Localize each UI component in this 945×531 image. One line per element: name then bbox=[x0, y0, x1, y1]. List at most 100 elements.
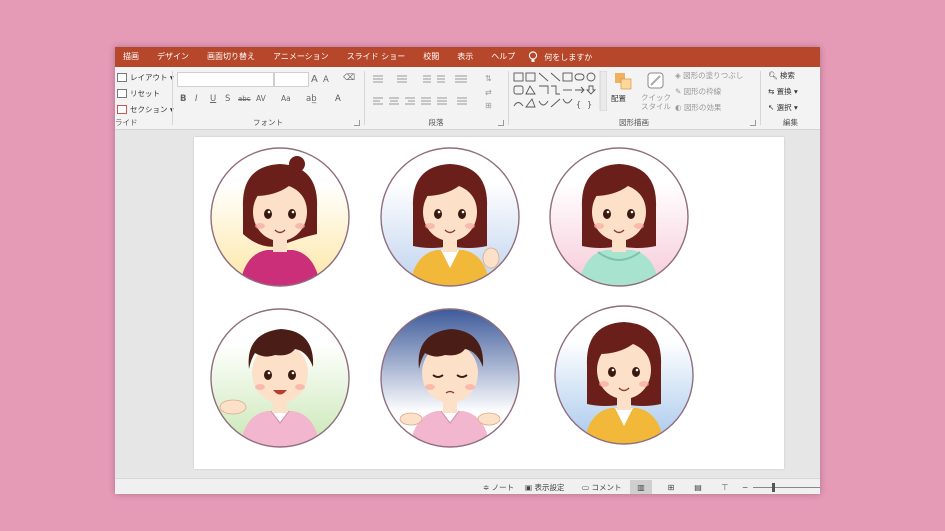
shape-effects-label: 図形の効果 bbox=[683, 103, 722, 112]
normal-view-button[interactable]: ▥ bbox=[630, 480, 652, 494]
status-bar: ≑ ノート ▣ 表示設定 ▭ コメント ▥ ⊞ ▤ ⊤ − bbox=[115, 478, 820, 494]
chevron-down-icon: ▾ bbox=[791, 103, 798, 112]
arrange-icon[interactable] bbox=[613, 71, 635, 91]
pen-icon: ✎ bbox=[675, 87, 684, 96]
font-dialog-launcher[interactable] bbox=[354, 120, 360, 126]
layout-label: レイアウト bbox=[130, 73, 168, 82]
avatar-woman-mint-hoodie[interactable] bbox=[548, 146, 690, 288]
italic-button[interactable]: I bbox=[195, 94, 198, 104]
shadow-button[interactable]: S bbox=[225, 94, 230, 104]
zoom-slider-thumb[interactable] bbox=[772, 483, 775, 492]
reading-view-button[interactable]: ▤ bbox=[687, 480, 709, 494]
paint-bucket-icon: ◈ bbox=[675, 71, 684, 80]
reset-button[interactable]: リセット bbox=[117, 88, 160, 99]
drawing-group-label: 図形描画 bbox=[619, 118, 649, 127]
ribbon: レイアウト ▾ リセット セクション ▾ ライド A A ⌫ B I U S a… bbox=[115, 67, 820, 130]
layout-icon bbox=[117, 73, 127, 82]
font-size-select[interactable] bbox=[274, 72, 309, 87]
lightbulb-icon bbox=[529, 51, 538, 62]
slide-sorter-view-button[interactable]: ⊞ bbox=[660, 480, 682, 494]
display-settings-button[interactable]: ▣ 表示設定 bbox=[525, 479, 564, 494]
reset-icon bbox=[117, 89, 127, 98]
projector-icon: ⊤ bbox=[721, 482, 729, 492]
tell-me-label: 何をしますか bbox=[544, 52, 593, 62]
slides-group: レイアウト ▾ リセット セクション ▾ ライド bbox=[115, 67, 174, 129]
tab-design[interactable]: デザイン bbox=[148, 47, 198, 67]
layout-button[interactable]: レイアウト ▾ bbox=[117, 72, 174, 83]
slide-canvas[interactable] bbox=[194, 137, 784, 469]
slides-group-label: ライド bbox=[115, 118, 138, 127]
font-group: A A ⌫ B I U S abc AV Aa ab̲ A フォント bbox=[173, 67, 363, 129]
paragraph-controls-icon[interactable]: ⇅ ⇄ ⊞ bbox=[371, 73, 501, 113]
clear-format-icon[interactable]: ⌫ bbox=[343, 73, 355, 83]
drawing-group: {} 配置 クイック スタイル ◈ 図形の塗りつぶし ✎ 図形の枠線 ◐ 図形の… bbox=[509, 67, 759, 129]
avatar-man-presenting[interactable] bbox=[209, 307, 351, 449]
svg-text:⊞: ⊞ bbox=[485, 101, 492, 110]
shape-effects-button[interactable]: ◐ 図形の効果 bbox=[675, 102, 721, 113]
tab-draw[interactable]: 描画 bbox=[115, 47, 148, 67]
replace-button[interactable]: ⇆ 置換 ▾ bbox=[768, 86, 798, 97]
underline-button[interactable]: U bbox=[210, 94, 216, 104]
comment-icon: ▭ bbox=[582, 482, 592, 492]
zoom-slider[interactable] bbox=[753, 487, 820, 488]
font-group-label: フォント bbox=[253, 118, 283, 127]
paragraph-dialog-launcher[interactable] bbox=[498, 120, 504, 126]
svg-text:}: } bbox=[587, 100, 592, 109]
slide-editing-area bbox=[115, 130, 820, 477]
grid-icon: ⊞ bbox=[667, 482, 675, 492]
bold-button[interactable]: B bbox=[180, 94, 186, 104]
comments-button[interactable]: ▭ コメント bbox=[582, 479, 621, 494]
highlight-icon[interactable]: ab̲ bbox=[306, 94, 317, 104]
tab-animations[interactable]: アニメーション bbox=[264, 47, 338, 67]
tab-view[interactable]: 表示 bbox=[448, 47, 482, 67]
section-icon bbox=[117, 105, 127, 114]
change-case-button[interactable]: Aa bbox=[281, 94, 291, 103]
book-icon: ▤ bbox=[694, 482, 702, 492]
svg-text:⇄: ⇄ bbox=[485, 88, 492, 97]
section-button[interactable]: セクション ▾ bbox=[117, 104, 174, 115]
font-color-button[interactable]: A bbox=[335, 94, 341, 104]
quick-styles-icon[interactable] bbox=[645, 70, 667, 92]
editing-group: 🔍︎ 検索 ⇆ 置換 ▾ ↖ 選択 ▾ 編集 bbox=[761, 67, 820, 129]
quick-styles-button[interactable]: クイック スタイル bbox=[639, 93, 673, 111]
tab-transitions[interactable]: 画面切り替え bbox=[198, 47, 264, 67]
editing-group-label: 編集 bbox=[783, 118, 798, 127]
strikethrough-button[interactable]: abc bbox=[238, 95, 251, 103]
display-icon: ▣ bbox=[525, 482, 535, 492]
font-name-select[interactable] bbox=[177, 72, 274, 87]
grow-font-button[interactable]: A bbox=[311, 74, 318, 85]
notes-button[interactable]: ≑ ノート bbox=[483, 479, 514, 494]
reset-label: リセット bbox=[130, 89, 160, 98]
shapes-gallery-icon[interactable]: {} bbox=[512, 71, 607, 111]
char-spacing-button[interactable]: AV bbox=[256, 94, 266, 103]
tab-review[interactable]: 校閲 bbox=[414, 47, 448, 67]
display-settings-label: 表示設定 bbox=[534, 482, 565, 492]
avatar-woman-yellow-cardigan[interactable] bbox=[553, 304, 695, 446]
shrink-font-button[interactable]: A bbox=[323, 75, 329, 85]
tab-slideshow[interactable]: スライド ショー bbox=[338, 47, 415, 67]
find-button[interactable]: 🔍︎ 検索 bbox=[768, 70, 795, 81]
search-icon: 🔍︎ bbox=[768, 71, 780, 80]
notes-label: ノート bbox=[491, 482, 515, 492]
chevron-down-icon: ▾ bbox=[791, 87, 798, 96]
cursor-icon: ↖ bbox=[768, 103, 777, 112]
replace-icon: ⇆ bbox=[768, 87, 777, 96]
tab-help[interactable]: ヘルプ bbox=[482, 47, 524, 67]
tell-me-search[interactable]: 何をしますか bbox=[524, 51, 592, 63]
avatar-woman-waving-yellow[interactable] bbox=[379, 146, 521, 288]
comments-label: コメント bbox=[591, 482, 622, 492]
paragraph-group: ⇅ ⇄ ⊞ 段落 bbox=[365, 67, 507, 129]
zoom-out-button[interactable]: − bbox=[742, 479, 748, 494]
shape-outline-button[interactable]: ✎ 図形の枠線 bbox=[675, 86, 721, 97]
paragraph-group-label: 段落 bbox=[428, 118, 444, 127]
slideshow-view-button[interactable]: ⊤ bbox=[714, 480, 736, 494]
select-button[interactable]: ↖ 選択 ▾ bbox=[768, 102, 798, 113]
section-label: セクション bbox=[130, 105, 168, 114]
avatar-woman-ponytail-pink[interactable] bbox=[209, 146, 351, 288]
avatar-man-shrugging[interactable] bbox=[379, 307, 521, 449]
shape-fill-label: 図形の塗りつぶし bbox=[683, 71, 744, 80]
notes-icon: ≑ bbox=[483, 482, 492, 492]
shape-fill-button[interactable]: ◈ 図形の塗りつぶし bbox=[675, 70, 743, 81]
drawing-dialog-launcher[interactable] bbox=[750, 120, 756, 126]
arrange-button[interactable]: 配置 bbox=[611, 93, 626, 104]
